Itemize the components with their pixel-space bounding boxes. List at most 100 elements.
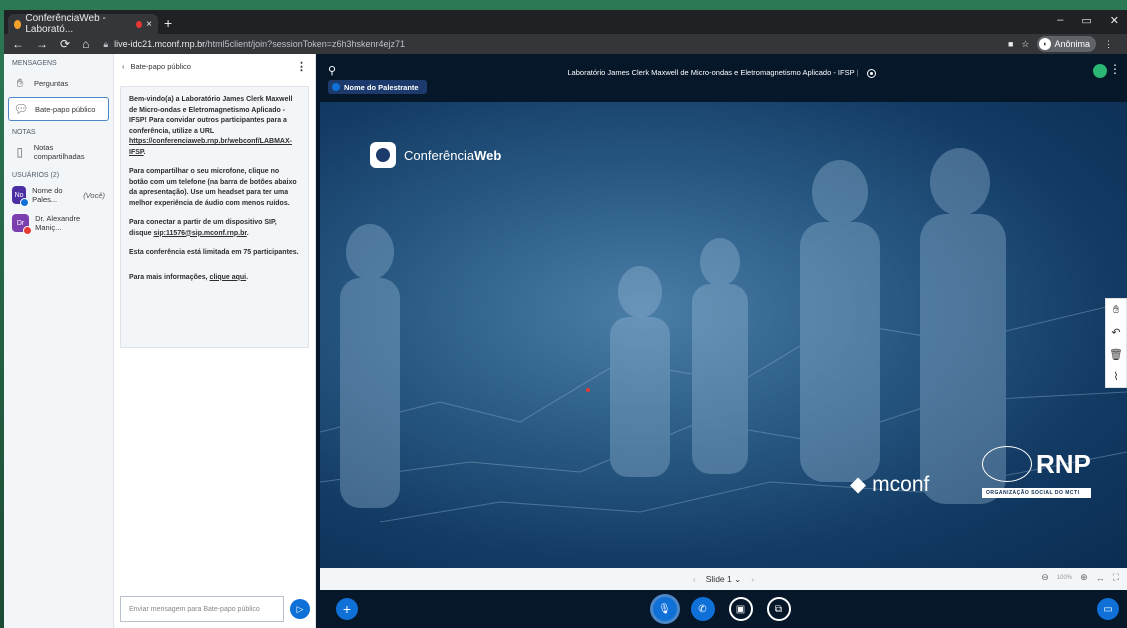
mic-icon bbox=[332, 83, 340, 91]
browser-menu-icon[interactable]: ⋮ bbox=[1104, 39, 1113, 50]
browser-tab-strip: ConferênciaWeb - Laborató... × + – ▭ ✕ bbox=[4, 10, 1127, 35]
avatar: No bbox=[12, 186, 30, 207]
slide-background-image bbox=[320, 148, 1127, 523]
action-bar: + 🎙︎ ✆ ▣ ⧉ ▭ bbox=[316, 590, 1127, 628]
user-item-other[interactable]: Dr Dr. Alexandre Maniç... bbox=[4, 209, 113, 237]
rnp-text: RNP bbox=[1036, 448, 1091, 479]
hand-tool-icon[interactable]: ✋︎ bbox=[1106, 299, 1126, 321]
close-window-button[interactable]: ✕ bbox=[1110, 14, 1119, 27]
home-icon[interactable]: ⌂ bbox=[82, 37, 89, 51]
webcam-button[interactable]: ▣ bbox=[728, 597, 753, 621]
chat-header: ‹ Bate-papo público ⋮ bbox=[114, 54, 315, 78]
multi-user-icon[interactable]: ⌇ bbox=[1106, 365, 1126, 387]
speaker-badge: Nome do Palestrante bbox=[328, 80, 427, 94]
chat-options-icon[interactable]: ⋮ bbox=[296, 60, 307, 73]
globe-icon bbox=[982, 446, 1032, 482]
sidebar-item-label: Bate-papo público bbox=[35, 104, 96, 114]
fullscreen-icon[interactable]: ⛶ bbox=[1113, 572, 1119, 583]
undo-icon[interactable]: ↶ bbox=[1106, 321, 1126, 343]
browser-tab[interactable]: ConferênciaWeb - Laborató... × bbox=[8, 13, 158, 35]
presentation-toggle-button[interactable]: ▭ bbox=[1097, 598, 1119, 620]
messages-section-title: MENSAGENS bbox=[12, 60, 57, 67]
note-icon: ▯ bbox=[16, 145, 24, 159]
more-info-link[interactable]: clique aqui bbox=[210, 274, 247, 281]
slide-navigation: ‹ Slide 1 ⌄ › ⊖ 100% ⊕ ↔ ⛶ bbox=[320, 568, 1127, 590]
maximize-button[interactable]: ▭ bbox=[1081, 14, 1091, 27]
window-controls: – ▭ ✕ bbox=[1057, 14, 1119, 27]
favicon-icon bbox=[14, 19, 22, 29]
connection-status-icon[interactable] bbox=[1093, 64, 1107, 78]
url-field[interactable]: 🔒︎ live-idc21.mconf.rnp.br/html5client/j… bbox=[103, 39, 405, 50]
incognito-icon: ◐ bbox=[1039, 38, 1052, 50]
presentation-area: ⚲ Laboratório James Clerk Maxwell de Mic… bbox=[316, 54, 1127, 628]
sip-link[interactable]: sip:11576@sip.mconf.rnp.br bbox=[154, 230, 247, 237]
whiteboard-toolbar: ✋︎ ↶ 🗑︎ ⌇ bbox=[1105, 298, 1127, 388]
minimize-button[interactable]: – bbox=[1057, 14, 1063, 27]
zoom-controls: ⊖ 100% ⊕ ↔ ⛶ bbox=[1041, 572, 1119, 583]
profile-button[interactable]: ◐ Anônima bbox=[1037, 36, 1096, 52]
forward-icon[interactable]: → bbox=[36, 37, 48, 51]
conferenciaweb-icon bbox=[370, 142, 396, 168]
chat-icon: 💬︎ bbox=[13, 102, 29, 116]
sidebar-item-perguntas[interactable]: ✋︎ Perguntas bbox=[8, 71, 109, 95]
recording-icon bbox=[136, 20, 143, 28]
fit-width-icon[interactable]: ↔ bbox=[1096, 573, 1105, 583]
hand-icon: ✋︎ bbox=[16, 75, 24, 90]
chevron-left-icon[interactable]: ‹ bbox=[122, 62, 125, 71]
tab-close-button[interactable]: × bbox=[146, 19, 152, 30]
slide-label: Slide 1 bbox=[705, 573, 732, 584]
chat-message-input[interactable]: Enviar mensagem para Bate-papo público bbox=[120, 596, 284, 622]
zoom-in-icon[interactable]: ⊕ bbox=[1080, 572, 1088, 583]
welcome-text-2: Para compartilhar o seu microfone, cliqu… bbox=[129, 168, 297, 207]
invite-url-link[interactable]: https://conferenciaweb.rnp.br/webconf/LA… bbox=[129, 138, 292, 156]
phone-button[interactable]: ✆ bbox=[690, 597, 715, 621]
welcome-text-4: Esta conferência está limitada em 75 par… bbox=[129, 249, 299, 256]
next-slide-icon[interactable]: › bbox=[751, 574, 754, 584]
reload-icon[interactable]: ⟳ bbox=[60, 37, 70, 51]
zoom-level: 100% bbox=[1056, 574, 1073, 581]
profile-area: ■ ☆ ◐ Anônima ⋮ bbox=[1008, 36, 1113, 52]
new-tab-button[interactable]: + bbox=[164, 15, 172, 31]
sidebar-item-label: Notas compartilhadas bbox=[33, 143, 85, 161]
user-list-panel: MENSAGENS ✋︎ Perguntas 💬︎ Bate-papo públ… bbox=[4, 54, 114, 628]
speaker-name: Nome do Palestrante bbox=[344, 82, 419, 92]
tab-title: ConferênciaWeb - Laborató... bbox=[25, 13, 106, 35]
star-icon[interactable]: ☆ bbox=[1021, 39, 1029, 50]
welcome-message: Bem-vindo(a) a Laboratório James Clerk M… bbox=[120, 86, 309, 348]
desktop-frame: ConferênciaWeb - Laborató... × + – ▭ ✕ ←… bbox=[0, 0, 1127, 628]
user-name: Nome do Pales... bbox=[32, 186, 63, 204]
public-chat-panel: ‹ Bate-papo público ⋮ Bem-vindo(a) a Lab… bbox=[114, 54, 316, 628]
pointer-icon bbox=[586, 388, 590, 392]
slide-selector[interactable]: Slide 1 ⌄ bbox=[706, 574, 741, 585]
avatar-initials: Dr bbox=[16, 219, 25, 227]
sidebar-item-shared-notes[interactable]: ▯ Notas compartilhadas bbox=[8, 140, 109, 164]
send-message-button[interactable]: ▷ bbox=[290, 599, 310, 619]
logo-text-b: Web bbox=[474, 147, 502, 163]
profile-label: Anônima bbox=[1054, 39, 1090, 49]
notes-section-title: NOTAS bbox=[12, 129, 36, 136]
presentation-header: ⚲ Laboratório James Clerk Maxwell de Mic… bbox=[316, 54, 1127, 98]
back-icon[interactable]: ← bbox=[12, 37, 24, 51]
logo-text-a: Conferência bbox=[404, 147, 475, 163]
you-label: (Você) bbox=[83, 190, 105, 200]
rnp-subtitle: ORGANIZAÇÃO SOCIAL DO MCTI bbox=[982, 488, 1091, 498]
status-dot-icon bbox=[20, 198, 30, 207]
avatar: Dr bbox=[12, 214, 33, 235]
screenshare-button[interactable]: ⧉ bbox=[766, 597, 791, 621]
prev-slide-icon[interactable]: ‹ bbox=[693, 574, 696, 584]
user-name: Dr. Alexandre Maniç... bbox=[35, 214, 81, 232]
camera-icon[interactable]: ■ bbox=[1008, 39, 1013, 49]
trash-icon[interactable]: 🗑︎ bbox=[1106, 343, 1126, 365]
options-menu-icon[interactable]: ⋮ bbox=[1109, 62, 1121, 76]
presentation-slide: ConferênciaWeb ◆ mconf RNP ORGANIZAÇÃO S… bbox=[320, 102, 1127, 568]
zoom-out-icon[interactable]: ⊖ bbox=[1041, 572, 1049, 583]
mconf-logo: ◆ mconf bbox=[850, 472, 929, 497]
sidebar-item-public-chat[interactable]: 💬︎ Bate-papo público bbox=[8, 97, 109, 121]
microphone-button[interactable]: 🎙︎ bbox=[652, 597, 677, 621]
chat-title[interactable]: Bate-papo público bbox=[131, 62, 191, 71]
lock-icon: 🔒︎ bbox=[103, 38, 109, 49]
welcome-text-1: Bem-vindo(a) a Laboratório James Clerk M… bbox=[129, 96, 293, 135]
user-item-self[interactable]: No Nome do Pales... (Você) bbox=[4, 181, 113, 209]
conferenciaweb-logo: ConferênciaWeb bbox=[370, 142, 501, 168]
record-icon[interactable] bbox=[866, 68, 876, 78]
